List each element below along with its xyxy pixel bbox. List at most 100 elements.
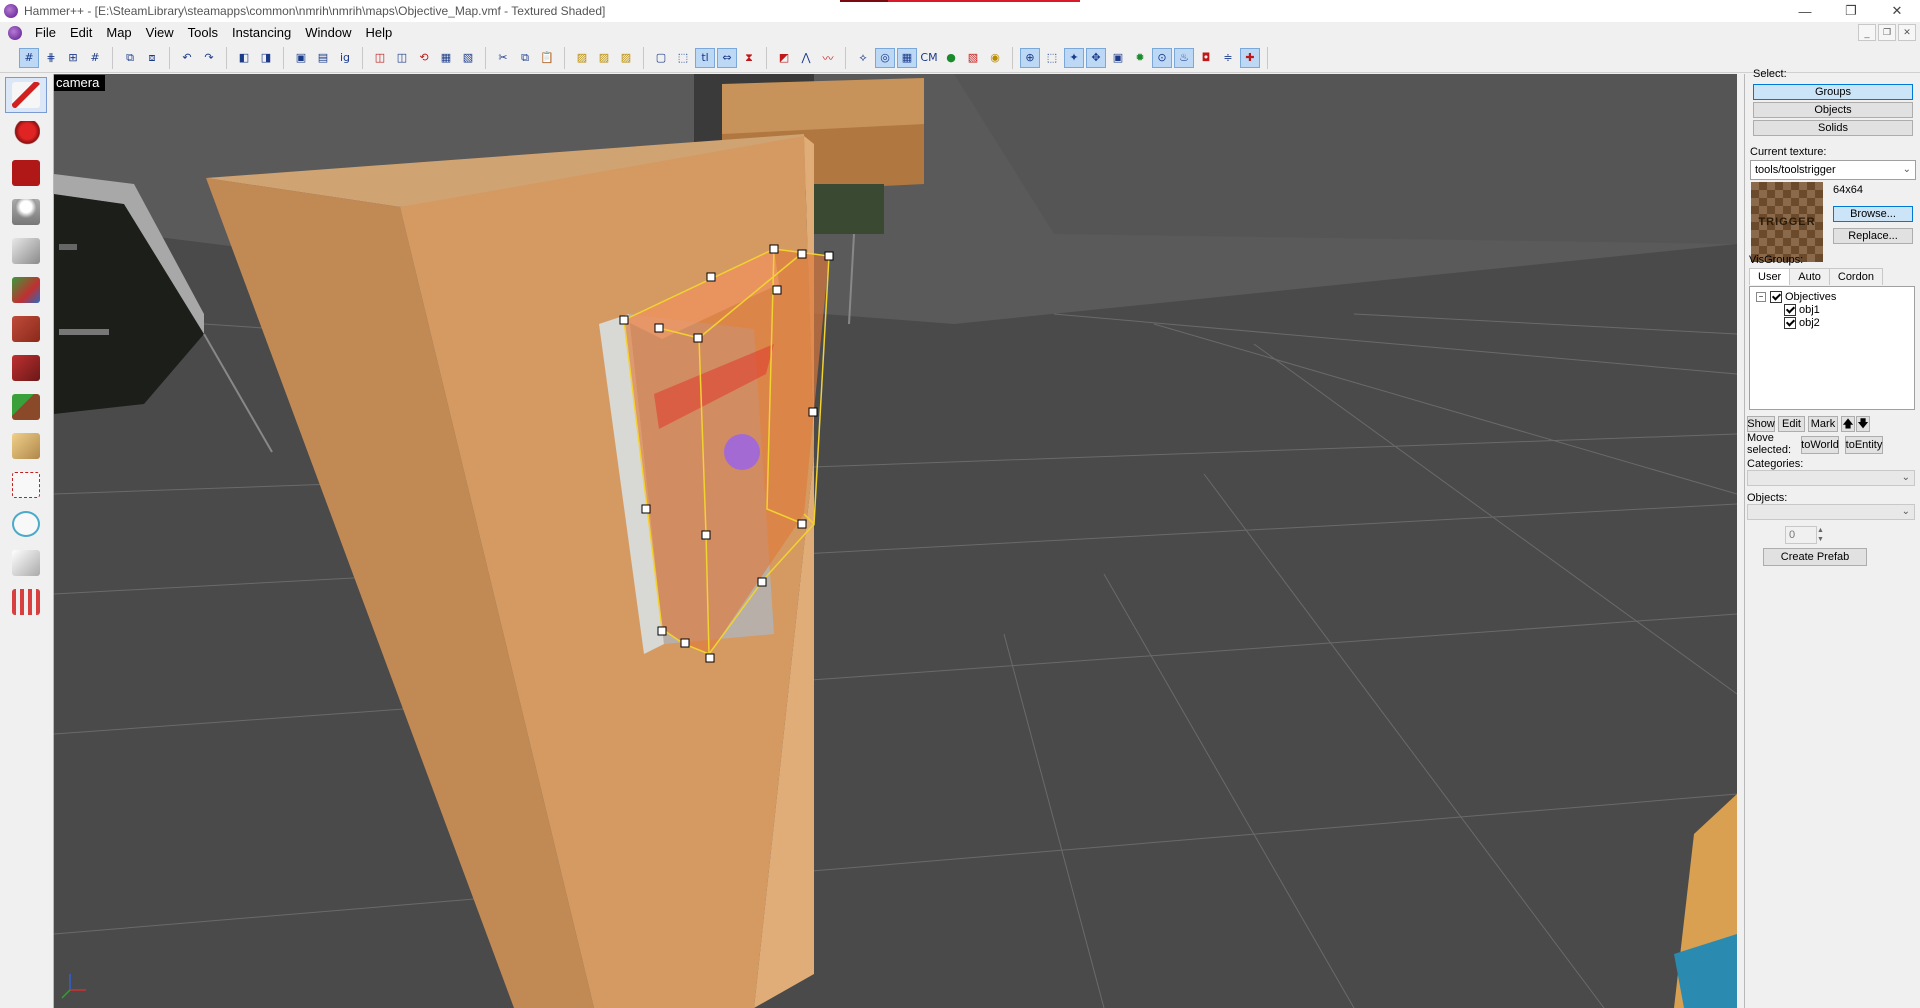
cross-icon[interactable]: ✚: [1240, 47, 1260, 68]
sky-icon[interactable]: ●: [942, 49, 960, 67]
move-up-button[interactable]: 🡅: [1841, 416, 1855, 432]
select-solids-button[interactable]: Solids: [1753, 120, 1913, 136]
wave-icon[interactable]: 〰: [819, 49, 837, 67]
undo-icon[interactable]: ↶: [178, 49, 196, 67]
select-groups-button[interactable]: Groups: [1753, 84, 1913, 100]
visgroup-row-objectives[interactable]: − Objectives: [1756, 291, 1836, 303]
3d-grid-icon[interactable]: ◎: [875, 47, 895, 68]
categories-dropdown[interactable]: ⌄: [1747, 470, 1915, 486]
mdi-minimize-button[interactable]: _: [1858, 24, 1876, 41]
align-icon[interactable]: ▦: [437, 49, 455, 67]
selection-tool[interactable]: [5, 77, 47, 113]
center-icon[interactable]: ▧: [459, 49, 477, 67]
paste-icon[interactable]: 📋: [538, 49, 556, 67]
mdi-restore-button[interactable]: ❐: [1878, 24, 1896, 41]
visgroup-tree[interactable]: − Objectives obj1 obj2: [1749, 286, 1915, 410]
light-icon[interactable]: ✹: [1131, 49, 1149, 67]
texture-lock-world-icon[interactable]: ▨: [617, 49, 635, 67]
group-icon[interactable]: ⧉: [121, 49, 139, 67]
move-icon[interactable]: ✥: [1086, 47, 1106, 68]
prefab-count-field[interactable]: 0: [1785, 526, 1817, 544]
displacement-icon[interactable]: ⋀: [797, 49, 815, 67]
objects-dropdown[interactable]: ⌄: [1747, 504, 1915, 520]
cordon-icon[interactable]: ▢: [652, 49, 670, 67]
show-models-icon[interactable]: ▤: [314, 49, 332, 67]
grid-3d-icon[interactable]: #: [86, 49, 104, 67]
lamp-icon[interactable]: ♨: [1174, 47, 1194, 68]
tab-cordon[interactable]: Cordon: [1828, 268, 1883, 285]
to-entity-button[interactable]: toEntity: [1845, 436, 1883, 454]
vertex-tool[interactable]: [5, 467, 47, 503]
autosnap-icon[interactable]: ⇔: [717, 47, 737, 68]
path-tool[interactable]: [5, 506, 47, 542]
mdi-close-button[interactable]: ✕: [1898, 24, 1916, 41]
select-all-icon[interactable]: ⊕: [1020, 47, 1040, 68]
browse-button[interactable]: Browse...: [1833, 206, 1913, 222]
effects-icon[interactable]: ✦: [1064, 47, 1084, 68]
snap-icon[interactable]: ⊞: [64, 49, 82, 67]
close-button[interactable]: ✕: [1874, 0, 1920, 22]
cm-icon[interactable]: CM: [920, 49, 938, 67]
document-icon[interactable]: [8, 25, 22, 40]
cordon-tool[interactable]: [5, 545, 47, 581]
wireframe-icon[interactable]: ⧗: [740, 49, 758, 67]
texture-scale-lock-icon[interactable]: ▨: [595, 49, 613, 67]
move-down-button[interactable]: 🡇: [1856, 416, 1870, 432]
model-icon[interactable]: ▣: [1109, 49, 1127, 67]
show-button[interactable]: Show: [1747, 416, 1775, 432]
prefab-tool[interactable]: [5, 584, 47, 620]
camera-tool[interactable]: [5, 155, 47, 191]
menu-instancing[interactable]: Instancing: [225, 25, 298, 40]
toolsnap-icon[interactable]: tl: [695, 47, 715, 68]
menu-window[interactable]: Window: [298, 25, 358, 40]
redo-icon[interactable]: ↷: [200, 49, 218, 67]
to-world-button[interactable]: toWorld: [1801, 436, 1839, 454]
rotate-icon[interactable]: ⟲: [415, 49, 433, 67]
flip-h-icon[interactable]: ◫: [371, 49, 389, 67]
grid-icon[interactable]: #: [19, 47, 39, 68]
menu-edit[interactable]: Edit: [63, 25, 99, 40]
target-icon[interactable]: ⊙: [1152, 47, 1172, 68]
brush-icon[interactable]: ◉: [986, 49, 1004, 67]
tab-user[interactable]: User: [1749, 268, 1791, 285]
magnify-tool[interactable]: [5, 116, 47, 152]
texture-dropdown[interactable]: tools/toolstrigger ⌄: [1750, 160, 1916, 180]
hollow-icon[interactable]: ◨: [257, 49, 275, 67]
mark-button[interactable]: Mark: [1808, 416, 1838, 432]
spin-arrows[interactable]: ▲ ▼: [1817, 526, 1829, 544]
copy-icon[interactable]: ⧉: [516, 49, 534, 67]
maximize-button[interactable]: ❐: [1828, 0, 1874, 22]
decal-icon[interactable]: ◘: [1197, 49, 1215, 67]
cut-icon[interactable]: ✂: [494, 49, 512, 67]
split-icon[interactable]: ≑: [1219, 49, 1237, 67]
draw-icon[interactable]: ▧: [964, 49, 982, 67]
texture-app-tool[interactable]: [5, 272, 47, 308]
visgroup-checkbox[interactable]: [1784, 304, 1796, 316]
fullbright-icon[interactable]: ▦: [897, 47, 917, 68]
entity-tool[interactable]: [5, 194, 47, 230]
show-groups-icon[interactable]: ▣: [292, 49, 310, 67]
visgroup-checkbox[interactable]: [1784, 317, 1796, 329]
create-prefab-button[interactable]: Create Prefab: [1763, 548, 1867, 566]
menu-help[interactable]: Help: [358, 25, 399, 40]
cordon-select-icon[interactable]: ⬚: [674, 49, 692, 67]
select-objects-button[interactable]: Objects: [1753, 102, 1913, 118]
block-tool[interactable]: [5, 233, 47, 269]
ungroup-icon[interactable]: ⧈: [143, 49, 161, 67]
apply-texture-tool[interactable]: [5, 311, 47, 347]
select-box-icon[interactable]: ⬚: [1043, 49, 1061, 67]
nodraw-icon[interactable]: ◩: [775, 49, 793, 67]
overlay-tool[interactable]: [5, 389, 47, 425]
helpers-icon[interactable]: ⟡: [854, 49, 872, 67]
clip-tool[interactable]: [5, 428, 47, 464]
edit-button[interactable]: Edit: [1778, 416, 1805, 432]
decal-tool[interactable]: [5, 350, 47, 386]
menu-file[interactable]: File: [28, 25, 63, 40]
visgroup-row-obj2[interactable]: obj2: [1784, 317, 1820, 329]
menu-view[interactable]: View: [139, 25, 181, 40]
menu-map[interactable]: Map: [99, 25, 138, 40]
grid-size-icon[interactable]: ⋕: [42, 49, 60, 67]
visgroup-checkbox[interactable]: [1770, 291, 1782, 303]
texture-lock-icon[interactable]: ▨: [573, 49, 591, 67]
ignore-groups-icon[interactable]: ig: [336, 49, 354, 67]
